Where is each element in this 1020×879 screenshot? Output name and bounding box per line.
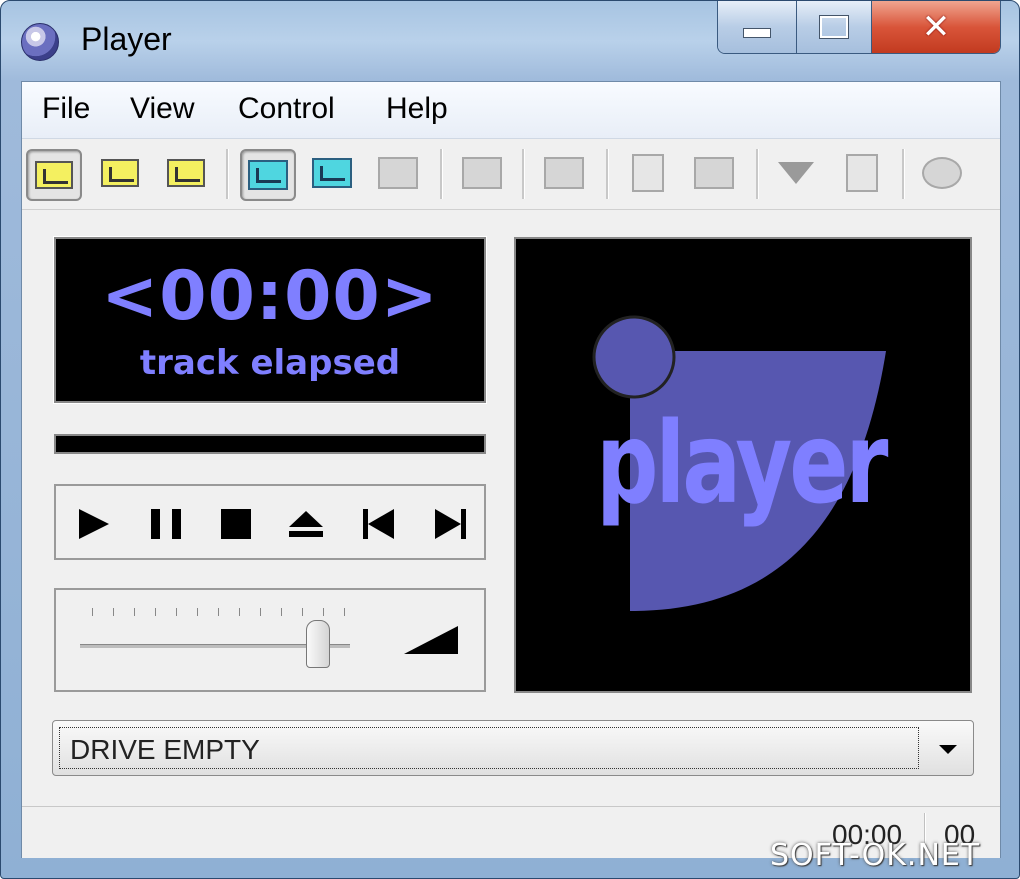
single-play-button[interactable] <box>240 149 296 201</box>
volume-tick <box>197 608 198 616</box>
next-track-icon <box>434 509 466 539</box>
stop-icon <box>221 509 251 539</box>
pause-button[interactable] <box>146 504 186 544</box>
menu-file[interactable]: File <box>42 92 90 126</box>
time-mode-label: track elapsed <box>139 343 401 383</box>
export-button[interactable] <box>836 149 888 197</box>
play-button[interactable] <box>74 504 114 544</box>
time-readout: <00:00> <box>101 257 439 336</box>
track-info-button[interactable] <box>622 149 674 197</box>
volume-tick <box>176 608 177 616</box>
player-window: Player ✕ File View Control Help <00:00> … <box>0 0 1020 879</box>
toolbar-separator <box>226 149 229 199</box>
repeat-disc-button[interactable] <box>160 149 212 197</box>
volume-tick <box>260 608 261 616</box>
album-art-icon <box>694 157 734 189</box>
title-bar[interactable]: Player ✕ <box>1 1 1019 81</box>
single-play-icon <box>248 160 288 190</box>
options-button[interactable] <box>916 149 968 197</box>
transport-controls <box>54 484 486 560</box>
menu-bar: File View Control Help <box>22 82 1000 139</box>
intro-scan-button[interactable] <box>456 149 508 197</box>
volume-tick <box>302 608 303 616</box>
logo-panel: player <box>514 237 972 693</box>
logo-dot <box>592 315 676 399</box>
eject-button[interactable] <box>286 504 326 544</box>
toolbar-separator <box>522 149 525 199</box>
random-order-button[interactable] <box>306 149 358 197</box>
track-info-icon <box>632 154 664 192</box>
repeat-disc-icon <box>167 159 205 187</box>
minimize-button[interactable] <box>718 1 797 53</box>
multi-disc-icon <box>378 157 418 189</box>
minimize-icon <box>743 28 771 38</box>
menu-control[interactable]: Control <box>238 92 335 126</box>
download-icon <box>778 162 814 184</box>
cd-player-icon[interactable] <box>21 23 59 61</box>
drive-select-value: DRIVE EMPTY <box>70 734 260 765</box>
volume-tick <box>92 608 93 616</box>
options-icon <box>922 157 962 189</box>
volume-tick <box>281 608 282 616</box>
drive-focus-rect: DRIVE EMPTY <box>59 727 919 769</box>
album-art-button[interactable] <box>688 149 740 197</box>
volume-tick <box>344 608 345 616</box>
eject-icon <box>289 511 323 537</box>
multi-disc-button[interactable] <box>372 149 424 197</box>
volume-tick <box>218 608 219 616</box>
edit-playlist-button[interactable] <box>538 149 590 197</box>
volume-tick <box>323 608 324 616</box>
menu-help[interactable]: Help <box>386 92 448 126</box>
export-icon <box>846 154 878 192</box>
volume-tick <box>239 608 240 616</box>
random-order-icon <box>312 158 352 188</box>
maximize-button[interactable] <box>797 1 872 53</box>
chevron-down-icon[interactable] <box>939 745 957 754</box>
normal-mode-icon <box>35 161 73 189</box>
volume-panel <box>54 588 486 692</box>
previous-track-icon <box>362 509 394 539</box>
toolbar <box>22 139 1000 210</box>
volume-tick <box>113 608 114 616</box>
toolbar-separator <box>606 149 609 199</box>
play-icon <box>79 509 109 539</box>
track-progress-bar[interactable] <box>54 434 486 454</box>
edit-playlist-icon <box>544 157 584 189</box>
close-button[interactable]: ✕ <box>872 1 1000 53</box>
repeat-track-icon <box>101 159 139 187</box>
menu-view[interactable]: View <box>130 92 194 126</box>
volume-tick <box>155 608 156 616</box>
previous-track-button[interactable] <box>358 504 398 544</box>
client-area: File View Control Help <00:00> track ela… <box>21 81 1001 858</box>
window-title: Player <box>81 21 172 57</box>
normal-mode-button[interactable] <box>26 149 82 201</box>
volume-slider-thumb[interactable] <box>305 620 330 668</box>
next-track-button[interactable] <box>430 504 470 544</box>
download-button[interactable] <box>770 149 822 197</box>
toolbar-separator <box>756 149 759 199</box>
volume-tick <box>134 608 135 616</box>
toolbar-separator <box>902 149 905 199</box>
maximize-icon <box>819 15 849 39</box>
stop-button[interactable] <box>216 504 256 544</box>
repeat-track-button[interactable] <box>94 149 146 197</box>
drive-select[interactable]: DRIVE EMPTY <box>52 720 974 776</box>
pause-icon <box>151 509 181 539</box>
watermark-text: SOFT-OK.NET <box>770 838 981 873</box>
close-icon: ✕ <box>921 7 951 47</box>
intro-scan-icon <box>462 157 502 189</box>
toolbar-separator <box>440 149 443 199</box>
logo-text: player <box>596 399 888 529</box>
volume-level-icon <box>404 626 458 654</box>
time-display[interactable]: <00:00> track elapsed <box>53 236 487 404</box>
caption-buttons: ✕ <box>717 1 1001 54</box>
